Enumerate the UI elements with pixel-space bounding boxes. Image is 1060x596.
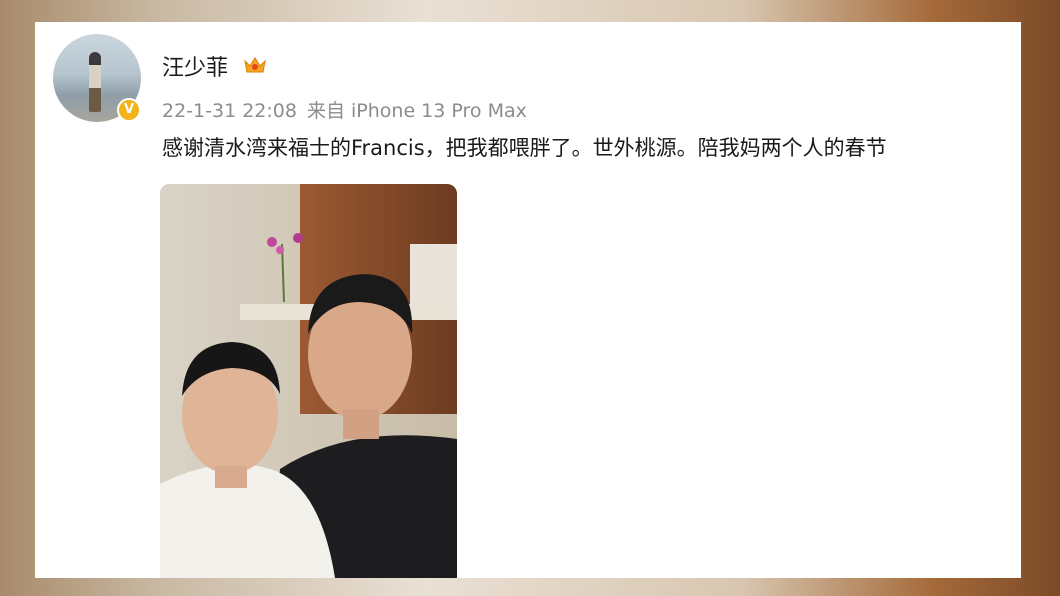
post-meta: 22-1-31 22:08 来自 iPhone 13 Pro Max: [162, 96, 527, 123]
post-photo[interactable]: [160, 184, 457, 578]
post-text: 感谢清水湾来福士的Francis，把我都喂胖了。世外桃源。陪我妈两个人的春节: [162, 136, 887, 160]
avatar-figure: [89, 52, 101, 112]
member-crown-icon: [244, 57, 266, 73]
photo-scene: [160, 184, 457, 578]
post-source: 来自 iPhone 13 Pro Max: [306, 100, 527, 122]
weibo-post-card: V 汪少菲 22-1-31 22:08 来自 iPhone 13 Pro Max …: [35, 22, 1021, 578]
post-timestamp[interactable]: 22-1-31 22:08: [162, 100, 297, 122]
username[interactable]: 汪少菲: [162, 50, 228, 82]
verified-badge-icon: V: [117, 98, 141, 122]
